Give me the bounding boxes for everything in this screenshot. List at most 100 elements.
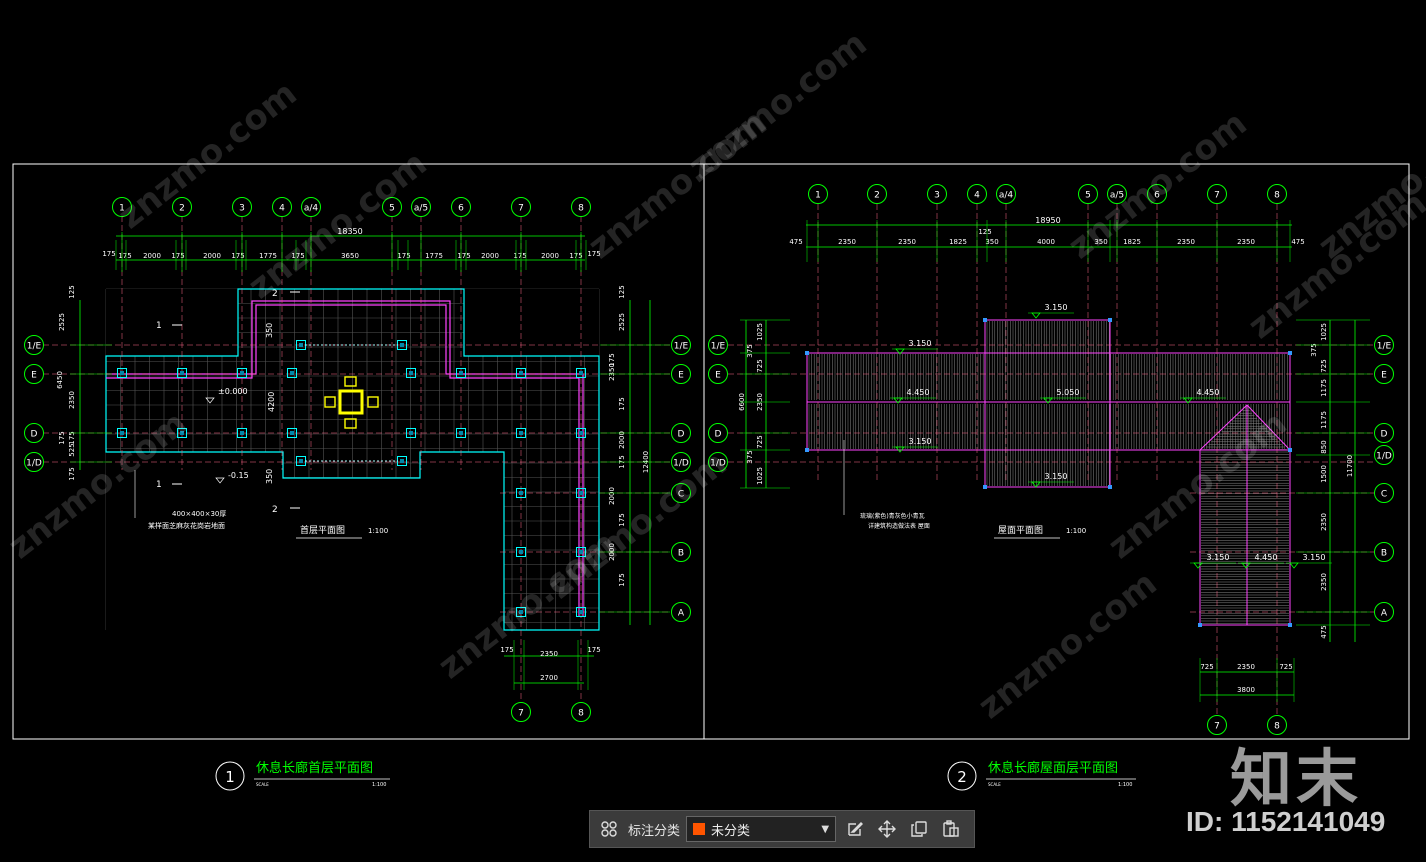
axis-label: A: [678, 609, 685, 619]
dim-value: 850: [1320, 440, 1328, 453]
elevation-value: 4.450: [1197, 388, 1220, 397]
dim-value: 350: [985, 238, 998, 246]
column-core: [519, 371, 523, 375]
section-mark-1: 1: [156, 480, 162, 490]
column-core: [579, 610, 583, 614]
dim-value: 2350: [1237, 238, 1255, 246]
axis-label: a/4: [999, 191, 1014, 201]
watermark-text: znzmo.com: [1061, 104, 1255, 268]
plan1-title-number: 1: [225, 768, 235, 786]
dim-value: 375: [746, 344, 754, 357]
watermark-text: znzmo.com: [111, 74, 305, 238]
dim-value: 175: [231, 252, 244, 260]
dim-value: 175: [513, 252, 526, 260]
plan1-title: 休息长廊首层平面图: [256, 760, 373, 776]
column-core: [290, 371, 294, 375]
table-and-stools: [324, 376, 379, 429]
corner-grip: [1288, 623, 1292, 627]
column-core: [240, 431, 244, 435]
axis-label: 7: [1214, 722, 1220, 732]
corner-grip: [1288, 448, 1292, 452]
axis-label: 1/D: [1376, 452, 1392, 462]
category-color-swatch: [693, 823, 706, 835]
dim-value: 2000: [541, 252, 559, 260]
axis-label: E: [31, 371, 37, 381]
plan2-bottom-dims: 725 2350 725 3800: [1199, 658, 1295, 702]
cad-drawing-canvas[interactable]: 1 2 3 4 a/4 5 a/5 6 7 81/EED1/D1/EED1/DCBA7 8 1835…: [0, 0, 1426, 862]
plan2-right-dims: 3751025 725 1175 1175 850 1500 2350 2350 475 1170…: [1296, 319, 1370, 639]
plan2-subscale: 1:100: [1066, 527, 1086, 535]
axis-label: B: [678, 549, 684, 559]
chevron-down-icon: ▼: [821, 823, 830, 835]
floor-note-2: 某样面芝麻灰花岗岩地面: [148, 521, 225, 530]
move-icon[interactable]: [874, 816, 900, 842]
column-core: [299, 459, 303, 463]
dim-value: 175: [102, 250, 115, 258]
grid-view-icon[interactable]: [596, 816, 622, 842]
dim-value: 2350: [1177, 238, 1195, 246]
elevation-mark: ±0.000: [218, 387, 248, 396]
edit-icon[interactable]: [842, 816, 868, 842]
axis-label: 2: [874, 191, 880, 201]
roof-plan: 1 2 3 4 a/4 5 a/5 6 7 81/EED1/D1/EED1/DCBA7 8 1895…: [708, 184, 1394, 791]
plan1-scale-word: SCALE: [256, 782, 269, 787]
dim-value: 1175: [1320, 411, 1328, 429]
elevation-value: 3.150: [1045, 472, 1068, 481]
section-mark-1: 1: [156, 321, 162, 331]
plan1-bottom-dims: 175 2350 1752700: [500, 640, 601, 690]
axis-label: a/5: [414, 204, 428, 214]
corner-grip: [1108, 485, 1112, 489]
dim-value: 725: [756, 435, 764, 448]
dim-value: 6450: [56, 371, 64, 389]
column-core: [459, 431, 463, 435]
axis-label: D: [678, 430, 685, 440]
axis-label: 8: [578, 204, 584, 214]
elevation-value: 3.150: [1045, 303, 1068, 312]
axis-label: 1/E: [674, 342, 689, 352]
plan2-total-dim: 18950: [1035, 216, 1060, 225]
elevation-value: 5.050: [1057, 388, 1080, 397]
column-core: [579, 371, 583, 375]
watermark-text: znzmo.com: [1101, 404, 1295, 568]
plan1-left-dims: 125252564501752350175525175: [56, 285, 112, 481]
column-core: [120, 371, 124, 375]
column-core: [400, 343, 404, 347]
dim-value: 4000: [1037, 238, 1055, 246]
plan2-title-number: 2: [957, 768, 967, 786]
dim-value: 525: [68, 443, 76, 456]
watermark-text: znzmo.com: [971, 564, 1165, 728]
column-core: [519, 550, 523, 554]
dim-value: 175: [58, 431, 66, 444]
corner-grip: [983, 485, 987, 489]
dim-value: 1175: [1320, 379, 1328, 397]
axis-label: D: [715, 430, 722, 440]
column-core: [519, 431, 523, 435]
dim-value: 2000: [203, 252, 221, 260]
dim-value: 2000: [143, 252, 161, 260]
axis-label: C: [1381, 490, 1387, 500]
mask: [464, 289, 599, 356]
dim-value: 125: [618, 285, 626, 298]
dim-value: 2000: [481, 252, 499, 260]
category-select-value: 未分类: [711, 823, 751, 839]
floor-note-1: 400×400×30厚: [172, 510, 226, 518]
dim-value: 2350: [1237, 663, 1255, 671]
category-select[interactable]: 未分类 ▼: [686, 816, 837, 842]
watermark-text: znzmo.com: [241, 144, 435, 308]
axis-label: 4: [974, 191, 980, 201]
section-mark-2: 2: [272, 505, 278, 515]
elevation-value: 3.150: [1207, 553, 1230, 562]
plan2-subtitle: 屋面平面图: [998, 525, 1043, 536]
dim-value: 3650: [341, 252, 359, 260]
copy-icon[interactable]: [906, 816, 932, 842]
dim-value: 725: [756, 359, 764, 372]
elevation-value: 3.150: [909, 437, 932, 446]
dim-value: 2700: [540, 674, 558, 682]
axis-label: E: [678, 371, 684, 381]
dim-value: 125: [978, 228, 991, 236]
plan2-scale-word: SCALE: [988, 782, 1001, 787]
dim-value: 3800: [1237, 686, 1255, 694]
dim-value: 2350: [608, 363, 616, 381]
dim-value: 475: [1291, 238, 1304, 246]
paste-icon[interactable]: [938, 816, 964, 842]
